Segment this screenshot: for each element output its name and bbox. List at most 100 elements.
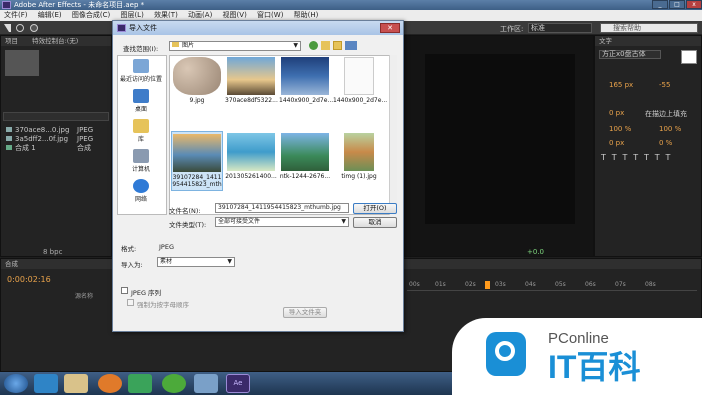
tsume-value[interactable]: 0 % [659,139,672,147]
lookin-select[interactable]: 图片 ▼ [169,41,301,51]
font-size-value[interactable]: 165 px [609,81,633,89]
workspace-select[interactable]: 标准 [528,23,592,33]
library-icon [133,119,149,133]
network-icon [133,179,149,193]
selection-tool-icon[interactable] [4,24,11,32]
file-thumb-3[interactable]: 1440x900_2d7e... [279,55,333,115]
sidebar-item-computer[interactable]: 计算机 [117,149,165,173]
time-ruler[interactable]: 00s 01s 02s 03s 04s 05s 06s 07s 08s [407,281,697,291]
font-select[interactable]: 方正x0盘古体 [599,50,661,59]
ie-icon[interactable] [34,374,58,393]
chevron-down-icon: ▼ [293,42,298,49]
import-as-select[interactable]: 素材 ▼ [157,257,235,267]
new-folder-icon[interactable] [333,41,342,50]
file-list-scrollbar[interactable] [389,55,397,215]
dialog-title: 导入文件 [129,24,157,32]
filetype-select[interactable]: 全部可接受文件 ▼ [215,217,349,227]
window-titlebar: Adobe After Effects - 未命名项目.aep * _ □ x [0,0,702,10]
dialog-titlebar: 导入文件 ✕ [113,21,403,35]
dialog-close-button[interactable]: ✕ [380,23,400,33]
sidebar-item-network[interactable]: 网络 [117,179,165,203]
composition-canvas [425,54,575,224]
list-item[interactable]: 3a5dff2...0f.jpg JPEG [3,135,111,144]
tab-character[interactable]: 文字 [595,36,701,46]
window-close-button[interactable]: x [686,0,702,9]
menu-view[interactable]: 视图(V) [219,11,251,19]
menu-effect[interactable]: 效果(T) [150,11,182,19]
image-thumbnail [227,57,275,95]
after-effects-taskbar-icon[interactable]: Ae [226,374,250,393]
file-thumb-7[interactable]: ntk-1244-2676... [279,131,331,191]
vertical-scale-value[interactable]: 100 % [609,125,631,133]
tab-project[interactable]: 项目 [5,37,18,45]
firefox-icon[interactable] [98,374,122,393]
hand-tool-icon[interactable] [16,24,24,32]
menu-layer[interactable]: 图层(L) [116,11,147,19]
window-switch-icon[interactable] [194,374,218,393]
list-item[interactable]: 合成 1 合成 [3,144,111,153]
app-icon[interactable] [162,374,186,393]
file-thumb-2[interactable]: 370ace8df5322... [225,55,278,115]
workspace-label: 工作区: [500,25,524,33]
maximize-button[interactable]: □ [669,0,685,9]
fill-color-swatch[interactable] [681,50,697,64]
viewer-exposure-value[interactable]: +0.0 [527,248,544,256]
image-thumbnail [173,134,221,172]
format-label: 格式: [121,245,137,253]
image-thumbnail [173,57,221,95]
file-thumb-1[interactable]: 9.jpg [171,55,223,115]
menu-composition[interactable]: 图像合成(C) [68,11,114,19]
tab-effect-controls[interactable]: 特效控制台:(无) [32,37,78,45]
sidebar-item-library[interactable]: 库 [117,119,165,143]
leading-value[interactable]: -55 [659,81,670,89]
explorer-icon[interactable] [64,374,88,393]
media-player-icon[interactable] [128,374,152,393]
menu-animation[interactable]: 动画(A) [184,11,216,19]
jpeg-sequence-checkbox[interactable] [121,287,128,294]
import-folder-button[interactable]: 导入文件夹 [283,307,327,318]
image-thumbnail [281,133,329,171]
open-button[interactable]: 打开(O) [353,203,397,214]
filename-input[interactable]: 39107284_1411954415823_mthumb.jpg [215,203,349,213]
alpha-order-label: 强制为按字母顺序 [137,301,189,309]
file-thumb-6[interactable]: 201305261400... [225,131,277,191]
watermark-brand: PConline [548,330,609,347]
file-thumb-5-selected[interactable]: 39107284_1411954415823_mthumb.jpg [171,131,223,191]
back-icon[interactable] [309,41,318,50]
file-thumb-4[interactable]: 1440x900_2d7e... [333,55,387,115]
lookin-label: 查找范围(I): [123,45,159,53]
start-button-icon[interactable] [4,374,28,393]
composition-viewer: +0.0 [404,35,594,257]
chevron-down-icon: ▼ [227,258,232,265]
stroke-width-value[interactable]: 0 px [609,109,624,117]
cancel-button[interactable]: 取消 [353,217,397,228]
bpc-indicator[interactable]: 8 bpc [5,248,62,256]
alpha-order-checkbox[interactable] [127,299,134,306]
project-search-input[interactable] [3,112,109,121]
image-thumbnail [281,57,329,95]
horizontal-scale-value[interactable]: 100 % [659,125,681,133]
stroke-mode-select[interactable]: 在描边上填充 [645,109,687,119]
list-item[interactable]: 370ace8...0.jpg JPEG [3,126,111,135]
menu-help[interactable]: 帮助(H) [290,11,323,19]
document-icon [344,57,374,95]
up-folder-icon[interactable] [321,41,330,50]
format-value: JPEG [159,243,174,251]
text-style-buttons[interactable]: TTTTTTT [601,154,699,162]
playhead[interactable] [485,281,490,289]
view-menu-icon[interactable] [345,41,357,50]
sidebar-item-desktop[interactable]: 桌面 [117,89,165,113]
menu-window[interactable]: 窗口(W) [253,11,287,19]
menu-edit[interactable]: 编辑(E) [34,11,66,19]
minimize-button[interactable]: _ [652,0,668,9]
help-search-input[interactable]: 搜索帮助 [600,23,698,33]
baseline-shift-value[interactable]: 0 px [609,139,624,147]
file-thumb-8[interactable]: timg (1).jpg [333,131,385,191]
sidebar-item-recent[interactable]: 最近访问的位置 [117,59,165,83]
source-name-column: 源名称 [75,293,94,300]
timecode-display[interactable]: 0:00:02:16 [7,275,51,284]
import-as-label: 导入为: [121,261,143,269]
menu-file[interactable]: 文件(F) [0,11,32,19]
zoom-tool-icon[interactable] [30,24,38,32]
dialog-app-icon [117,24,126,32]
